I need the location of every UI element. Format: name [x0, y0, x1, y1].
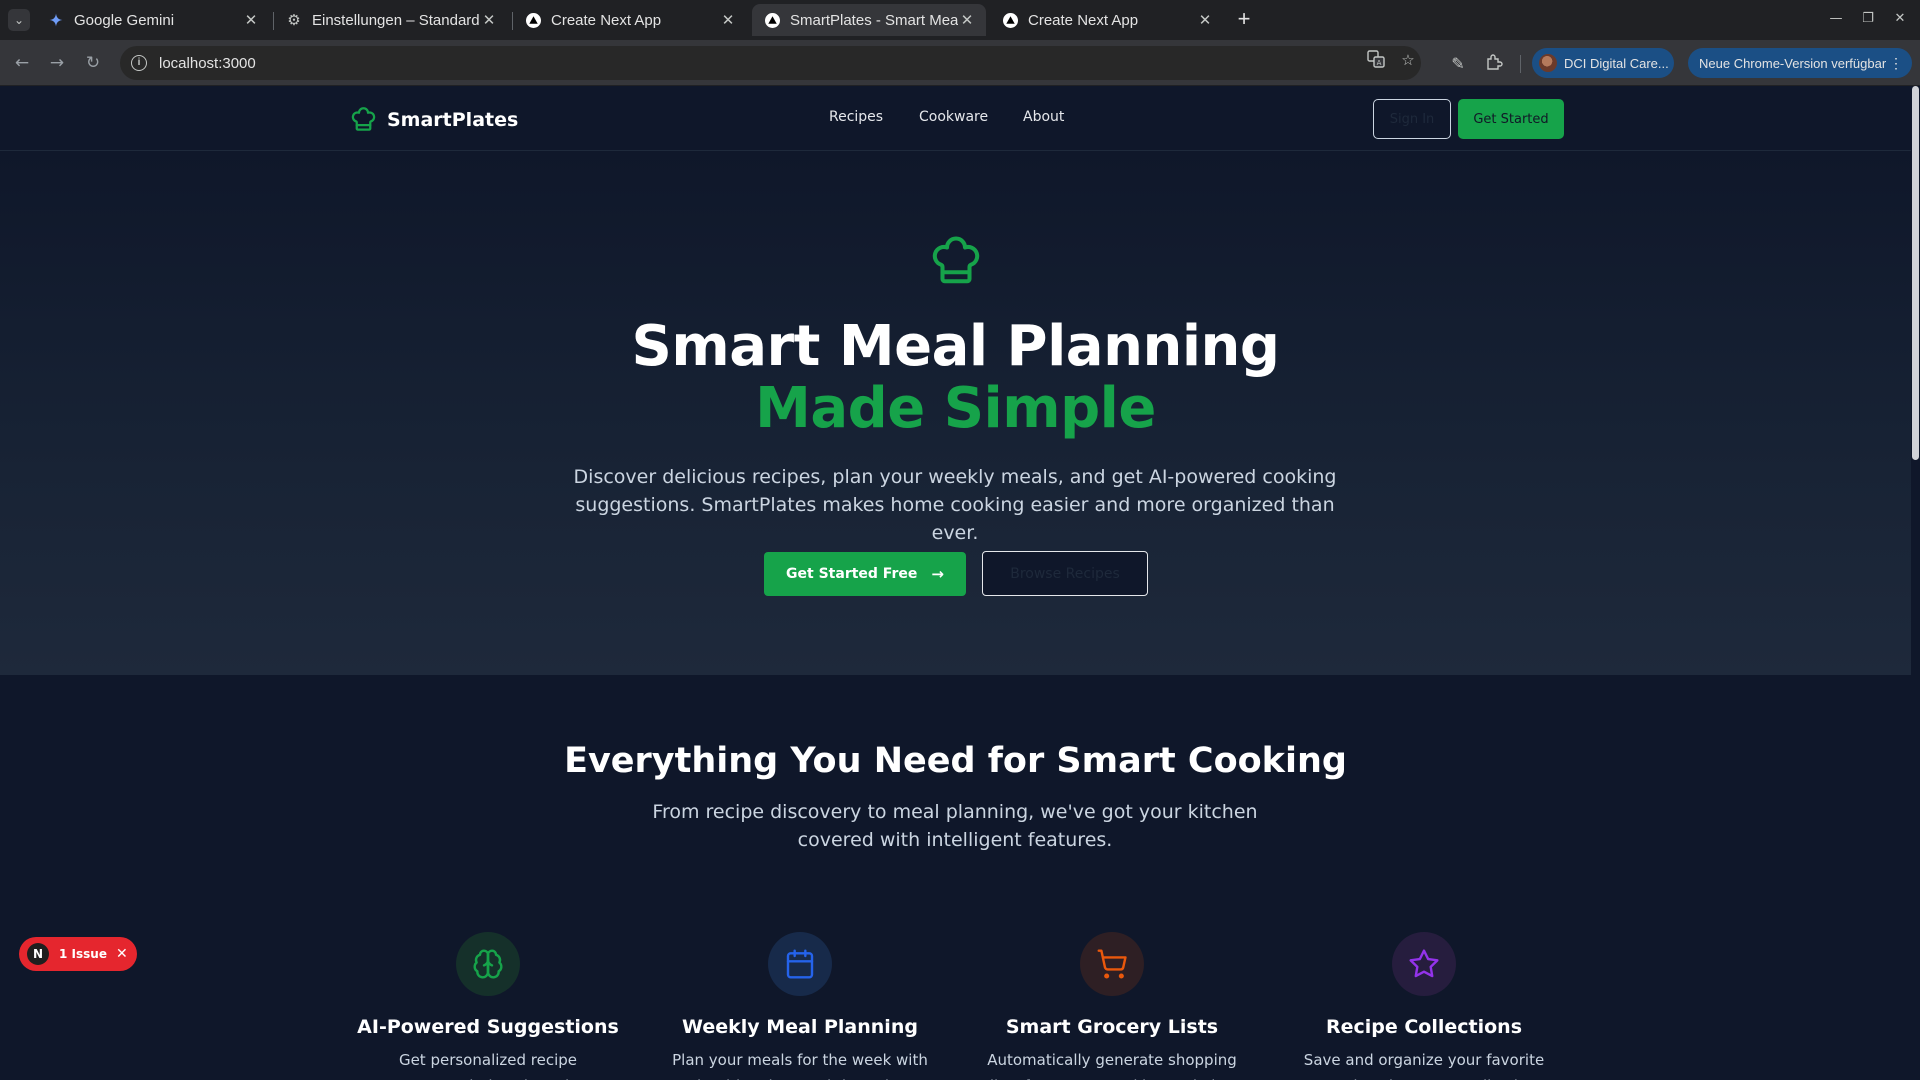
chef-hat-icon — [351, 107, 376, 131]
nav-link-recipes[interactable]: Recipes — [829, 109, 883, 125]
feature-card-title: Smart Grocery Lists — [1005, 1016, 1219, 1038]
feature-card-grocery: Smart Grocery Lists Automatically genera… — [977, 932, 1247, 1080]
tab-smartplates-active[interactable]: SmartPlates - Smart Meal Planning ✕ — [752, 4, 986, 36]
tab-search-button[interactable]: ⌄ — [8, 9, 30, 31]
brand-name: SmartPlates — [387, 108, 519, 131]
feature-card-desc: Plan your meals for the week with our in… — [667, 1051, 932, 1080]
feature-card-collections: Recipe Collections Save and organize you… — [1289, 932, 1559, 1080]
gear-icon: ⚙ — [287, 12, 301, 29]
brain-icon — [456, 932, 520, 996]
features-subtitle: From recipe discovery to meal planning, … — [652, 801, 1258, 851]
tab-title: SmartPlates - Smart Meal Planning — [790, 11, 958, 29]
tab-strip: ⌄ Google Gemini ✕ ⚙ Einstellungen – Stan… — [0, 0, 1920, 40]
minimize-icon[interactable]: — — [1826, 11, 1846, 29]
tab-create-next-app-2[interactable]: Create Next App ✕ — [990, 4, 1224, 36]
close-icon[interactable]: ✕ — [242, 11, 260, 29]
star-icon — [1392, 932, 1456, 996]
tab-title: Create Next App — [551, 11, 662, 29]
hero-title: Smart Meal Planning — [631, 314, 1280, 379]
arrow-right-icon: → — [931, 565, 944, 583]
update-label: Neue Chrome-Version verfügbar — [1699, 55, 1887, 71]
restore-icon[interactable]: ❐ — [1858, 11, 1878, 29]
tab-title: Google Gemini — [74, 11, 175, 29]
profile-label: DCI Digital Care... — [1564, 55, 1669, 71]
hero-section: Smart Meal Planning Made Simple Discover… — [0, 151, 1911, 675]
hero-subtitle: Discover delicious recipes, plan your we… — [573, 466, 1337, 544]
shopping-cart-icon — [1080, 932, 1144, 996]
nav-link-cookware[interactable]: Cookware — [919, 109, 988, 125]
new-tab-button[interactable]: + — [1233, 8, 1255, 31]
extensions-puzzle-icon[interactable] — [1483, 53, 1505, 75]
nextjs-triangle-icon — [525, 12, 541, 28]
get-started-free-label: Get Started Free — [786, 566, 918, 582]
nextjs-logo-icon: N — [27, 943, 49, 965]
gemini-sparkle-icon — [48, 12, 64, 28]
feature-card-title: AI-Powered Suggestions — [357, 1016, 619, 1038]
features-section: Everything You Need for Smart Cooking Fr… — [0, 675, 1911, 1080]
hero-title-accent: Made Simple — [755, 376, 1156, 441]
feature-card-desc: Get personalized recipe recommendations … — [383, 1051, 592, 1080]
close-icon[interactable]: ✕ — [958, 11, 976, 29]
nav-link-about[interactable]: About — [1023, 109, 1064, 125]
feature-card-title: Recipe Collections — [1325, 1016, 1523, 1038]
page-scrollbar[interactable] — [1911, 86, 1920, 1080]
feature-card-desc: Save and organize your favorite recipes … — [1303, 1051, 1545, 1080]
svg-text:A: A — [1377, 59, 1382, 67]
tab-create-next-app[interactable]: Create Next App ✕ — [513, 4, 747, 36]
close-icon[interactable]: ✕ — [480, 11, 498, 29]
translate-icon[interactable]: A — [1366, 50, 1386, 70]
issues-count-label: 1 Issue — [59, 947, 107, 961]
close-icon[interactable]: ✕ — [1196, 11, 1214, 29]
avatar — [1539, 54, 1557, 72]
features-title: Everything You Need for Smart Cooking — [564, 741, 1347, 781]
profile-button[interactable]: DCI Digital Care... — [1532, 48, 1674, 78]
calendar-icon — [768, 932, 832, 996]
back-icon[interactable]: ← — [10, 51, 34, 75]
address-bar[interactable]: i localhost:3000 — [120, 46, 1421, 80]
browse-recipes-button[interactable]: Browse Recipes — [982, 551, 1148, 596]
chef-hat-icon — [932, 236, 980, 284]
sign-in-button[interactable]: Sign In — [1373, 99, 1451, 139]
tab-title: Einstellungen – Standardbrowser — [312, 11, 480, 29]
pen-icon[interactable]: ✎ — [1447, 53, 1469, 75]
feature-card-ai: AI-Powered Suggestions Get personalized … — [353, 932, 623, 1080]
more-vert-icon[interactable]: ⋮ — [1889, 55, 1903, 72]
scrollbar-thumb[interactable] — [1912, 86, 1919, 460]
nextjs-issues-badge[interactable]: N 1 Issue ✕ — [19, 937, 137, 971]
site-info-icon[interactable]: i — [131, 55, 147, 71]
dismiss-icon[interactable]: ✕ — [116, 946, 128, 962]
nextjs-triangle-icon — [1002, 12, 1018, 28]
window-close-icon[interactable]: ✕ — [1890, 11, 1910, 29]
get-started-button[interactable]: Get Started — [1458, 99, 1564, 139]
feature-card-planning: Weekly Meal Planning Plan your meals for… — [665, 932, 935, 1080]
tab-title: Create Next App — [1028, 11, 1139, 29]
url-text[interactable]: localhost:3000 — [159, 55, 256, 72]
feature-card-desc: Automatically generate shopping lists fr… — [987, 1051, 1237, 1080]
brand-logo-link[interactable]: SmartPlates — [350, 106, 518, 133]
close-icon[interactable]: ✕ — [719, 11, 737, 29]
site-header: SmartPlates Recipes Cookware About Sign … — [0, 86, 1911, 151]
feature-card-title: Weekly Meal Planning — [682, 1016, 918, 1038]
chrome-update-button[interactable]: Neue Chrome-Version verfügbar ⋮ — [1688, 48, 1912, 78]
get-started-free-button[interactable]: Get Started Free → — [764, 552, 966, 596]
forward-icon[interactable]: → — [45, 51, 69, 75]
browser-toolbar: ← → ↻ i localhost:3000 A ☆ ✎ DCI Digital… — [0, 40, 1920, 86]
bookmark-star-icon[interactable]: ☆ — [1398, 50, 1418, 70]
tab-google-gemini[interactable]: Google Gemini ✕ — [36, 4, 270, 36]
toolbar-divider — [1520, 55, 1521, 73]
nextjs-triangle-icon — [764, 12, 780, 28]
reload-icon[interactable]: ↻ — [81, 51, 105, 75]
page-viewport: SmartPlates Recipes Cookware About Sign … — [0, 86, 1920, 1080]
tab-einstellungen[interactable]: ⚙ Einstellungen – Standardbrowser ✕ — [274, 4, 508, 36]
